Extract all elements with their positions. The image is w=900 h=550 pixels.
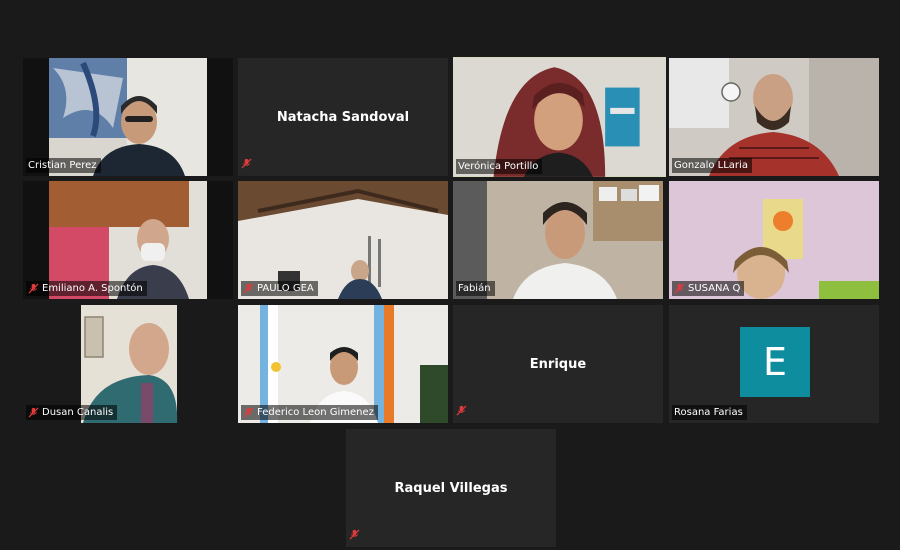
video-tile-federico-leon-gimenez[interactable]: Federico Leon Gimenez <box>238 305 448 423</box>
participant-name-center: Enrique <box>529 356 587 372</box>
video-tile-rosana-farias[interactable]: E Rosana Farias <box>669 305 879 423</box>
participant-name: Dusan Canalis <box>42 407 114 418</box>
microphone-muted-icon <box>456 401 470 420</box>
video-tile-dusan-canalis[interactable]: Dusan Canalis <box>23 305 233 423</box>
microphone-muted-icon <box>349 525 363 544</box>
participant-name-label: Emiliano A. Spontón <box>26 281 147 296</box>
participant-name-label: Verónica Portillo <box>456 159 543 174</box>
participant-name-label: SUSANA Q <box>672 281 745 296</box>
participant-name: Cristian Perez <box>28 160 97 171</box>
microphone-muted-icon <box>243 283 254 294</box>
participant-name-label: PAULO GEA <box>241 281 318 296</box>
participant-name-label: Federico Leon Gimenez <box>241 405 378 420</box>
avatar: E <box>740 327 810 397</box>
video-tile-veronica-portillo[interactable]: Verónica Portillo <box>453 57 666 177</box>
video-tile-emiliano-sponton[interactable]: Emiliano A. Spontón <box>23 181 233 299</box>
participant-name: SUSANA Q <box>688 283 741 294</box>
microphone-muted-icon <box>674 283 685 294</box>
participant-name-center: Raquel Villegas <box>394 480 508 496</box>
participant-name: Gonzalo LLaria <box>674 160 748 171</box>
microphone-muted-icon <box>28 283 39 294</box>
microphone-muted-icon <box>241 154 255 173</box>
video-tile-enrique[interactable]: Enrique <box>453 305 663 423</box>
participant-name: Fabián <box>458 283 491 294</box>
video-tile-cristian-perez[interactable]: Cristian Perez <box>23 58 233 176</box>
video-tile-susana-q[interactable]: SUSANA Q <box>669 181 879 299</box>
video-tile-paulo-gea[interactable]: PAULO GEA <box>238 181 448 299</box>
participant-name: PAULO GEA <box>257 283 314 294</box>
video-tile-fabian[interactable]: Fabián <box>453 181 663 299</box>
participant-name: Verónica Portillo <box>458 161 539 172</box>
participant-name-label: Cristian Perez <box>26 158 101 173</box>
participant-name-label: Fabián <box>456 281 495 296</box>
participant-name: Federico Leon Gimenez <box>257 407 374 418</box>
participant-name-label: Gonzalo LLaria <box>672 158 752 173</box>
participant-name: Rosana Farias <box>674 407 743 418</box>
microphone-muted-icon <box>28 407 39 418</box>
video-tile-raquel-villegas[interactable]: Raquel Villegas <box>346 429 556 547</box>
video-tile-natacha-sandoval[interactable]: Natacha Sandoval <box>238 58 448 176</box>
participant-name-label: Rosana Farias <box>672 405 747 420</box>
video-tile-gonzalo-llaria[interactable]: Gonzalo LLaria <box>669 58 879 176</box>
microphone-muted-icon <box>243 407 254 418</box>
participant-name-center: Natacha Sandoval <box>276 109 410 125</box>
participant-name-label: Dusan Canalis <box>26 405 118 420</box>
participant-name: Emiliano A. Spontón <box>42 283 143 294</box>
